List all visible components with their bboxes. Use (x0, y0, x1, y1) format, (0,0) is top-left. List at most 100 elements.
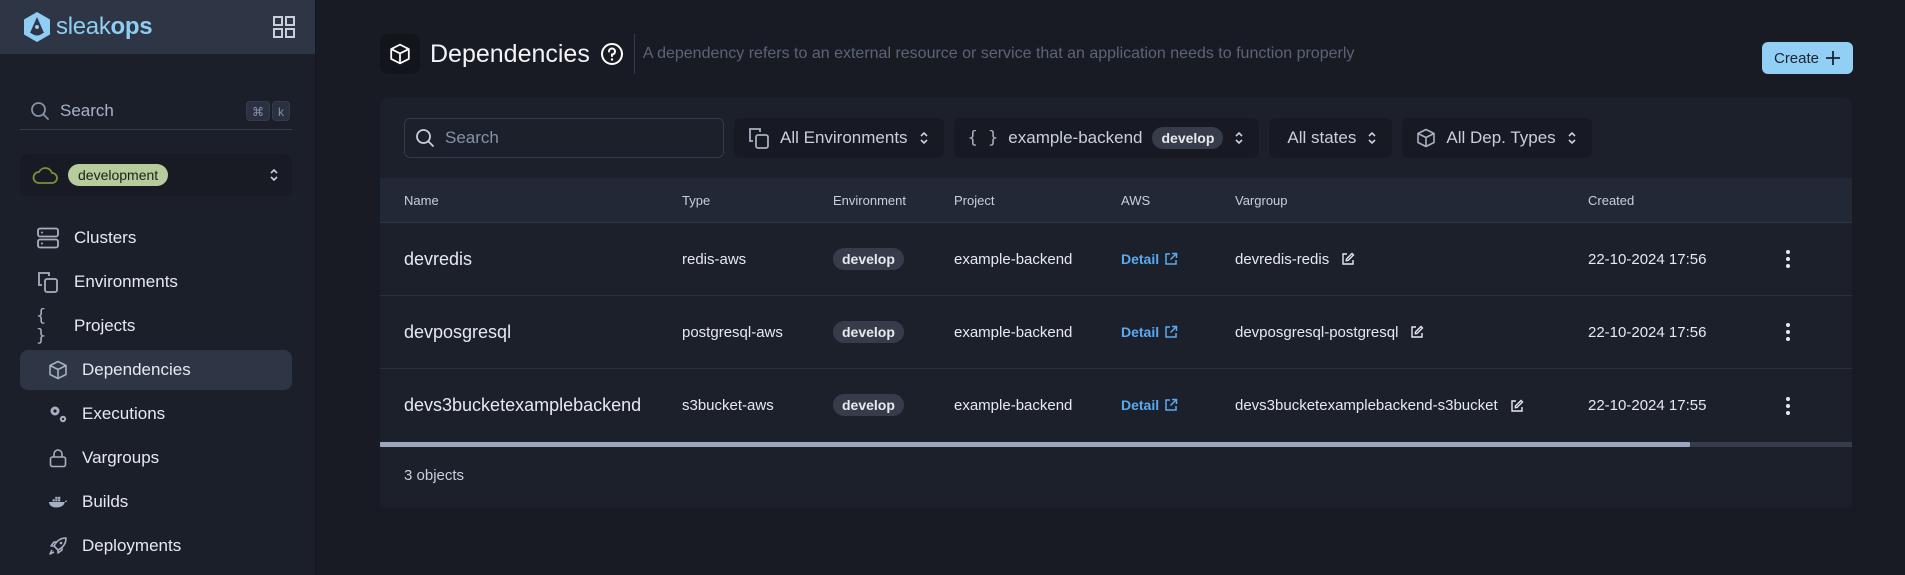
table-row[interactable]: devs3bucketexamplebackend s3bucket-aws d… (380, 369, 1852, 442)
column-header-project[interactable]: Project (954, 193, 1121, 208)
column-header-environment[interactable]: Environment (833, 193, 954, 208)
vargroup-name[interactable]: devposgresql-postgresql (1235, 324, 1398, 341)
row-project: example-backend (954, 250, 1073, 268)
row-vargroup: devposgresql-postgresql (1235, 324, 1588, 341)
sidebar-item-label: Executions (82, 404, 166, 423)
aws-detail-label: Detail (1121, 250, 1160, 267)
project-filter[interactable]: { } example-backend develop (953, 118, 1260, 158)
chevron-up-down-icon (1233, 130, 1245, 146)
braces-icon: { } (967, 128, 999, 148)
column-header-type[interactable]: Type (682, 193, 833, 208)
row-menu-button[interactable] (1768, 249, 1808, 269)
aws-detail-link[interactable]: Detail (1121, 324, 1178, 340)
environment-badge: development (68, 164, 169, 186)
grid-icon (273, 16, 295, 38)
chevron-up-down-icon (918, 130, 930, 146)
sidebar-item-builds[interactable]: Builds (20, 482, 292, 522)
more-vertical-icon (1786, 323, 1790, 341)
page-description: A dependency refers to an external resou… (642, 45, 1355, 62)
help-icon[interactable] (600, 42, 624, 66)
sidebar-item-clusters[interactable]: Clusters (20, 218, 292, 258)
rocket-icon (48, 536, 68, 556)
edit-icon[interactable] (1341, 252, 1355, 266)
sidebar-item-label: Builds (82, 492, 129, 511)
column-header-created[interactable]: Created (1588, 193, 1768, 208)
create-button[interactable]: Create (1762, 42, 1853, 74)
sidebar-item-environments[interactable]: Environments (20, 262, 292, 302)
column-header-aws[interactable]: AWS (1121, 193, 1235, 208)
dependencies-card: All Environments { } example-backend dev… (380, 98, 1852, 508)
external-link-icon (1165, 398, 1178, 411)
apps-grid-button[interactable] (273, 16, 295, 38)
search-icon (415, 128, 435, 148)
table-row[interactable]: devredis redis-aws develop example-backe… (380, 223, 1852, 296)
vargroup-name[interactable]: devredis-redis (1235, 251, 1329, 268)
column-header-name[interactable]: Name (380, 193, 682, 208)
row-created: 22-10-2024 17:56 (1588, 250, 1707, 268)
chevron-up-down-icon (268, 167, 280, 183)
sidebar-item-executions[interactable]: Executions (20, 394, 292, 434)
sidebar-item-label: Clusters (74, 228, 137, 247)
external-link-icon (1165, 325, 1178, 338)
row-menu-button[interactable] (1768, 396, 1808, 416)
sidebar-item-vargroups[interactable]: Vargroups (20, 438, 292, 478)
lock-icon (48, 448, 68, 468)
horizontal-scrollbar[interactable] (380, 442, 1852, 447)
edit-icon[interactable] (1510, 399, 1524, 413)
table-body: devredis redis-aws develop example-backe… (380, 223, 1852, 442)
search-icon (30, 101, 50, 121)
sidebar-item-label: Projects (74, 316, 136, 335)
sidebar-search[interactable]: ⌘ k (20, 92, 292, 130)
row-environment: develop (833, 320, 954, 343)
cube-icon (380, 34, 420, 74)
dep-type-filter[interactable]: All Dep. Types (1402, 118, 1592, 158)
header-divider (633, 34, 635, 74)
sidebar-header: sleakops (0, 0, 315, 54)
logo-icon (22, 11, 52, 43)
more-vertical-icon (1786, 396, 1790, 415)
aws-detail-link[interactable]: Detail (1121, 397, 1178, 413)
state-filter-label: All states (1287, 128, 1357, 147)
logo[interactable]: sleakops (22, 11, 153, 43)
row-name[interactable]: devposgresql (380, 322, 682, 343)
row-environment: develop (833, 247, 954, 270)
row-created: 22-10-2024 17:56 (1588, 323, 1707, 341)
cube-icon (1416, 128, 1436, 148)
sidebar: sleakops ⌘ k development (0, 0, 316, 575)
server-icon (36, 226, 60, 250)
dep-type-filter-label: All Dep. Types (1446, 128, 1556, 147)
plus-icon (1825, 50, 1841, 66)
page-title: Dependencies (430, 39, 590, 68)
state-filter[interactable]: All states (1269, 118, 1393, 158)
row-aws: Detail (1121, 397, 1235, 414)
row-name[interactable]: devredis (380, 249, 682, 270)
sidebar-item-projects[interactable]: { } Projects (20, 306, 292, 346)
row-type: redis-aws (682, 250, 747, 268)
environment-selector[interactable]: development (20, 154, 292, 196)
cmd-key: ⌘ (246, 100, 270, 121)
row-vargroup: devredis-redis (1235, 251, 1588, 268)
column-header-vargroup[interactable]: Vargroup (1235, 193, 1588, 208)
sidebar-search-input[interactable] (60, 100, 220, 121)
sidebar-item-dependencies[interactable]: Dependencies (20, 350, 292, 390)
page-header: Dependencies A dependency refers to an e… (380, 34, 1354, 74)
table-row[interactable]: devposgresql postgresql-aws develop exam… (380, 296, 1852, 369)
k-key: k (272, 100, 290, 121)
table-search-input[interactable] (445, 128, 705, 148)
row-type: s3bucket-aws (682, 397, 774, 414)
chevron-up-down-icon (1366, 130, 1378, 146)
row-aws: Detail (1121, 324, 1235, 341)
row-aws: Detail (1121, 251, 1235, 268)
row-name[interactable]: devs3bucketexamplebackend (380, 395, 682, 416)
environment-filter[interactable]: All Environments (734, 118, 944, 158)
vargroup-name[interactable]: devs3bucketexamplebackend-s3bucket (1235, 397, 1498, 414)
scrollbar-thumb[interactable] (380, 442, 1691, 447)
dependencies-table: Name Type Environment Project AWS Vargro… (380, 178, 1852, 442)
object-count: 3 objects (404, 467, 465, 484)
table-search[interactable] (404, 118, 724, 158)
edit-icon[interactable] (1410, 325, 1424, 339)
aws-detail-link[interactable]: Detail (1121, 251, 1178, 267)
row-menu-button[interactable] (1768, 322, 1808, 342)
sidebar-item-deployments[interactable]: Deployments (20, 526, 292, 566)
docker-icon (48, 492, 68, 512)
